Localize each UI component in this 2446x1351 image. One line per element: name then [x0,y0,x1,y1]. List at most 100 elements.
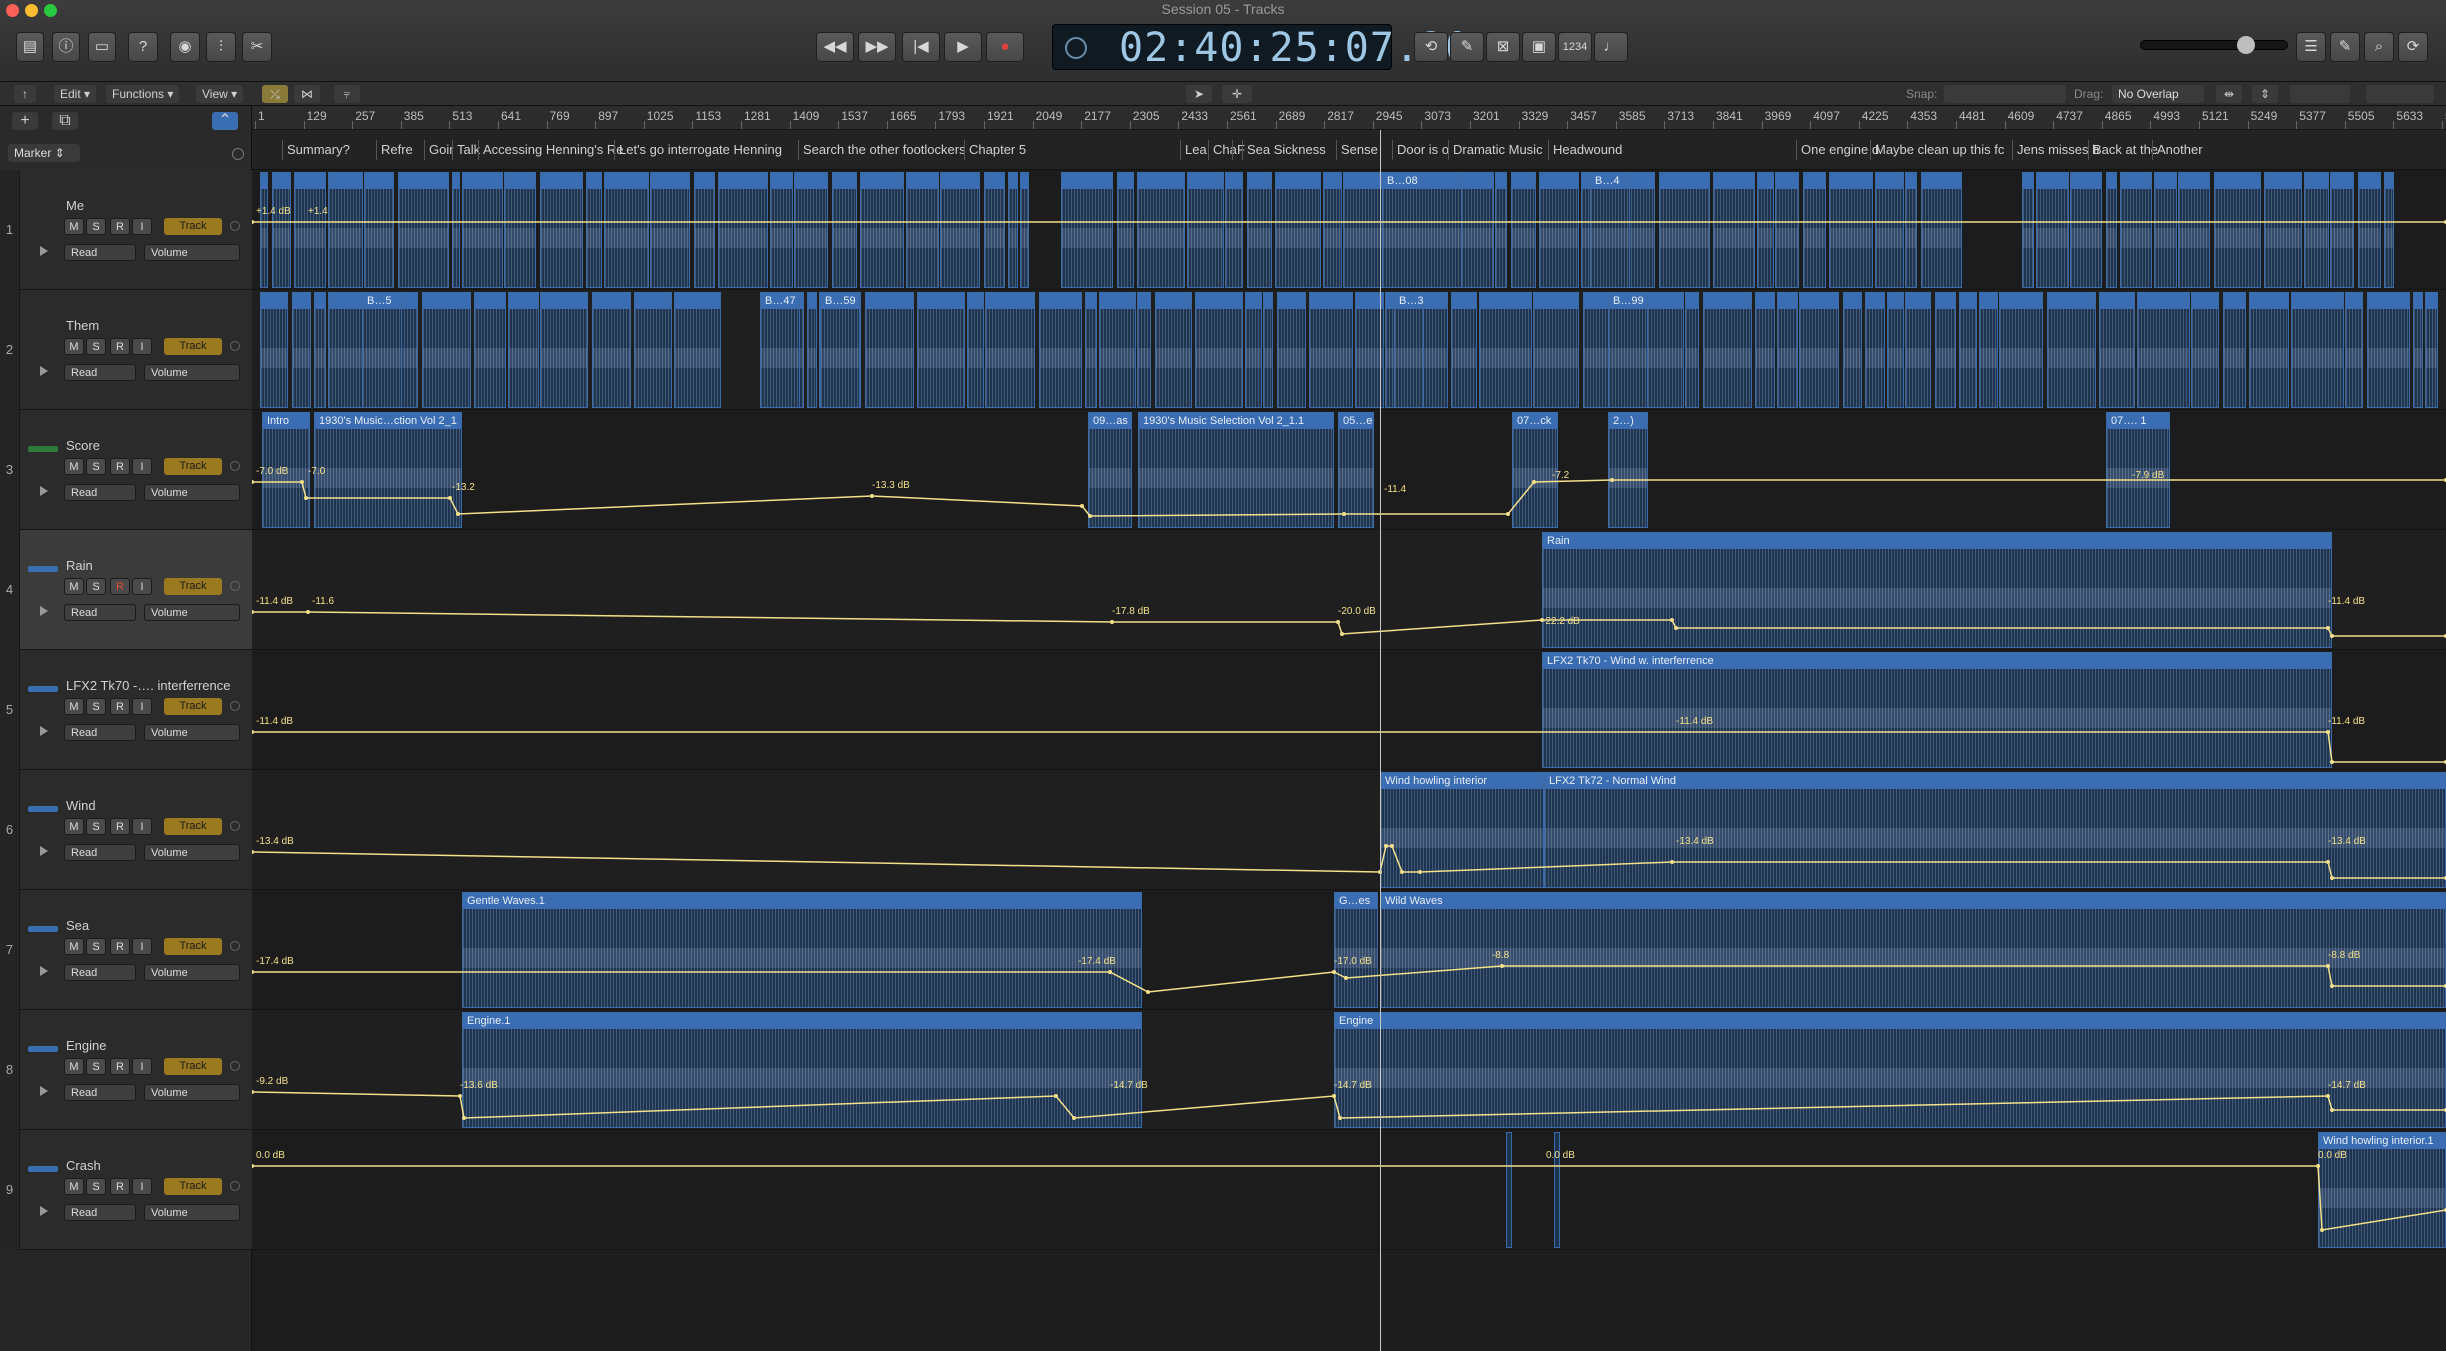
marker[interactable]: Let's go interrogate Henning [614,140,782,160]
marker[interactable]: Door is o [1392,140,1449,160]
marker[interactable]: Back at the [2088,140,2158,160]
solo-button[interactable]: S [86,218,106,235]
track-name[interactable]: LFX2 Tk70 -…. interferrence [66,678,231,693]
smart-controls-button[interactable]: ◉ [170,32,200,62]
input-monitor-button[interactable]: I [132,578,152,595]
track-icon[interactable] [28,446,58,452]
track-name[interactable]: Rain [66,558,93,573]
track-name[interactable]: Them [66,318,99,333]
track-header[interactable]: 6 Wind M S R I Track Read Volume [0,770,252,890]
inspector-button[interactable]: ⓘ [52,32,80,62]
automation-node[interactable] [1344,976,1348,980]
disclosure-triangle-icon[interactable] [40,1086,48,1096]
automation-node[interactable] [252,1090,254,1094]
track-icon[interactable] [28,686,58,692]
mute-button[interactable]: M [64,218,84,235]
track-icon[interactable] [28,566,58,572]
go-to-start-button[interactable]: |◀ [902,32,940,62]
automation-indicator-icon[interactable] [230,1181,240,1191]
add-track-button[interactable]: + [12,112,38,130]
track-icon[interactable] [28,198,58,220]
automation-node[interactable] [1108,970,1112,974]
track-automation-button[interactable]: Track [164,698,222,715]
automation-node[interactable] [1336,620,1340,624]
record-button[interactable]: ● [986,32,1024,62]
marker-lane[interactable]: Summary? Refre Goir Talk Accessing Henning's… [252,130,2446,170]
playhead[interactable] [1380,130,1381,1351]
flex-button[interactable]: ⋈ [294,85,320,103]
automation-button[interactable]: ⤯ [262,85,288,103]
automation-node[interactable] [1610,478,1614,482]
automation-node[interactable] [1332,1094,1336,1098]
automation-parameter-select[interactable]: Volume [144,364,240,381]
global-tracks-button[interactable]: ⌃ [212,112,238,130]
mute-button[interactable]: M [64,1178,84,1195]
disclosure-triangle-icon[interactable] [40,366,48,376]
track-header[interactable]: 1 Me M S R I Track Read Volume [0,170,252,290]
automation-indicator-icon[interactable] [230,341,240,351]
automation-node[interactable] [2330,876,2334,880]
marker[interactable]: Talk [452,140,480,160]
automation-node[interactable] [870,494,874,498]
automation-parameter-select[interactable]: Volume [144,244,240,261]
automation-node[interactable] [1506,512,1510,516]
automation-node[interactable] [1674,626,1678,630]
input-monitor-button[interactable]: I [132,698,152,715]
automation-node[interactable] [304,496,308,500]
track-header[interactable]: 4 Rain M S R I Track Read Volume [0,530,252,650]
rewind-button[interactable]: ◀◀ [816,32,854,62]
solo-button[interactable]: S [86,338,106,355]
mute-button[interactable]: M [64,1058,84,1075]
drag-select[interactable]: No Overlap [2112,85,2204,103]
automation-parameter-select[interactable]: Volume [144,1204,240,1221]
disclosure-triangle-icon[interactable] [40,486,48,496]
automation-node[interactable] [1390,844,1394,848]
automation-node[interactable] [1054,1094,1058,1098]
automation-indicator-icon[interactable] [230,701,240,711]
automation-node[interactable] [300,480,304,484]
automation-node[interactable] [2330,984,2334,988]
automation-node[interactable] [2326,964,2330,968]
fast-forward-button[interactable]: ▶▶ [858,32,896,62]
marker[interactable]: Lea [1180,140,1207,160]
automation-node[interactable] [462,1116,466,1120]
automation-node[interactable] [2330,760,2334,764]
snap-select[interactable] [1944,85,2066,103]
list-editors-button[interactable]: ☰ [2296,32,2326,62]
functions-menu[interactable]: Functions ▾ [106,85,180,103]
automation-curves[interactable] [252,170,2446,1351]
automation-parameter-select[interactable]: Volume [144,604,240,621]
track-automation-button[interactable]: Track [164,938,222,955]
library-button[interactable]: ▤ [16,32,44,62]
note-pad-button[interactable]: ✎ [2330,32,2360,62]
track-automation-button[interactable]: Track [164,818,222,835]
mixer-button[interactable]: ⫶ [206,32,236,62]
lcd-display[interactable]: 02:40:25:07.20 [1052,24,1469,71]
automation-node[interactable] [252,850,254,854]
automation-node[interactable] [252,480,254,484]
automation-node[interactable] [252,220,254,224]
track-icon[interactable] [28,926,58,932]
tracks-area[interactable]: B…08 B…4 B…5 B…47 B…59 B…3 B…99 Intro 1930's Mus… [252,170,2446,1351]
automation-indicator-icon[interactable] [230,221,240,231]
marker[interactable]: Refre [376,140,413,160]
automation-node[interactable] [456,512,460,516]
play-button[interactable]: ▶ [944,32,982,62]
automation-node[interactable] [2330,1108,2334,1112]
automation-parameter-select[interactable]: Volume [144,724,240,741]
track-name[interactable]: Sea [66,918,89,933]
marker[interactable]: One engine d [1796,140,1879,160]
automation-node[interactable] [1332,970,1336,974]
track-icon[interactable] [28,1166,58,1172]
mute-button[interactable]: M [64,578,84,595]
marker[interactable]: Search the other footlockers [798,140,966,160]
automation-indicator-icon[interactable] [230,941,240,951]
secondary-tool[interactable]: ✛ [1222,85,1252,103]
automation-line[interactable] [252,1091,2446,1119]
editors-button[interactable]: ✂ [242,32,272,62]
solo-button[interactable]: S [86,578,106,595]
automation-parameter-select[interactable]: Volume [144,484,240,501]
quick-help-button[interactable]: ? [128,32,158,62]
automation-indicator-icon[interactable] [230,1061,240,1071]
automation-node[interactable] [1340,632,1344,636]
